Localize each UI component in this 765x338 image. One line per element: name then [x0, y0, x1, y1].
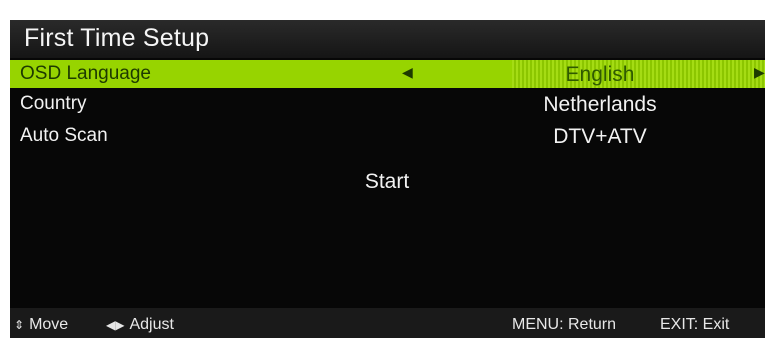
up-down-arrows-icon: ⇕: [14, 318, 25, 332]
exit-hint: EXIT: Exit: [660, 316, 729, 334]
exit-label: EXIT: Exit: [660, 316, 730, 333]
menu-item-value: English: [565, 63, 635, 86]
menu-item-value: Netherlands: [543, 93, 657, 116]
menu-item-auto-scan[interactable]: Auto Scan DTV+ATV: [10, 122, 765, 150]
page-title: First Time Setup: [24, 24, 210, 52]
left-right-arrows-icon: ◀▶: [106, 318, 125, 332]
menu-item-country[interactable]: Country Netherlands: [10, 90, 765, 118]
move-hint: ⇕ Move: [14, 316, 68, 334]
menu-return-hint: MENU: Return: [512, 316, 616, 334]
title-bar: First Time Setup: [10, 20, 765, 58]
tv-screen: First Time Setup OSD Language ◀ English …: [0, 0, 765, 338]
first-time-setup-panel: First Time Setup OSD Language ◀ English …: [10, 20, 765, 338]
menu-return-label: MENU: Return: [512, 316, 617, 333]
menu-item-label: OSD Language: [20, 63, 151, 84]
adjust-hint: ◀▶ Adjust: [106, 316, 174, 334]
menu-item-value: DTV+ATV: [553, 125, 647, 148]
menu-item-label: Country: [20, 93, 87, 114]
start-button[interactable]: Start: [352, 170, 422, 194]
menu-item-osd-language[interactable]: OSD Language ◀ English ▶: [10, 60, 765, 88]
arrow-left-icon[interactable]: ◀: [402, 64, 413, 81]
move-hint-label: Move: [29, 316, 69, 333]
adjust-hint-label: Adjust: [129, 316, 174, 333]
arrow-right-icon[interactable]: ▶: [754, 64, 765, 81]
menu-item-label: Auto Scan: [20, 125, 108, 146]
footer-hints: ⇕ Move ◀▶ Adjust MENU: Return EXIT: Exit: [10, 308, 765, 338]
